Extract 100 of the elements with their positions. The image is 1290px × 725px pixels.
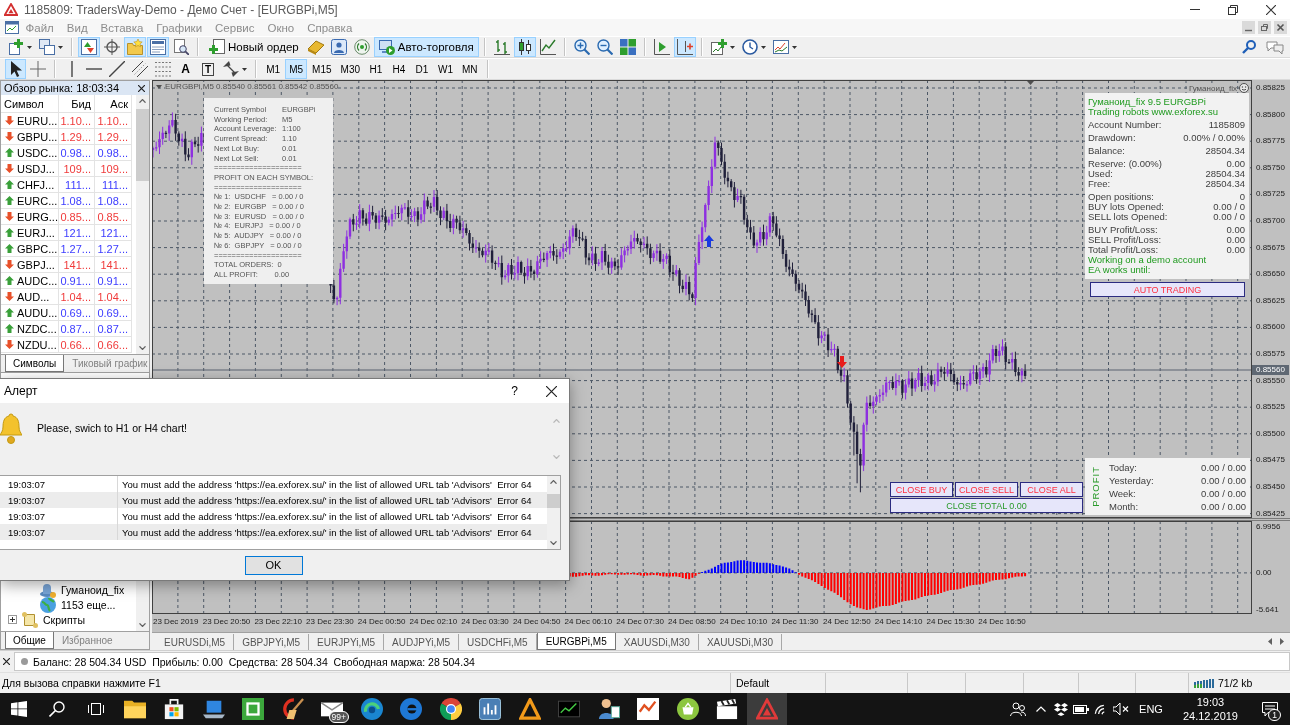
timeframe-button[interactable]: M5 (285, 59, 308, 79)
scrollbar[interactable] (547, 476, 560, 549)
start-icon[interactable] (10, 701, 27, 717)
chart-tab[interactable]: XAUUSDi,M30 (615, 634, 699, 650)
chart-tab[interactable]: AUDJPYi,M5 (384, 634, 460, 650)
panel-tab[interactable]: Общие (5, 632, 54, 649)
symbol-name[interactable]: AUDC... (17, 274, 58, 287)
close-icon[interactable] (1266, 4, 1276, 15)
timeframe-button[interactable]: M15 (308, 59, 336, 79)
caret-icon[interactable] (58, 45, 63, 49)
bar-chart-tile-icon[interactable] (479, 698, 502, 720)
scroll-down-icon[interactable] (550, 541, 557, 545)
clock-date[interactable]: 24.12.2019 (1182, 709, 1238, 723)
double-arrow-icon[interactable] (223, 61, 240, 77)
scroll-up-icon[interactable] (550, 480, 557, 484)
window-plus-icon[interactable] (8, 39, 24, 55)
triangle-marker-icon[interactable] (1027, 81, 1034, 85)
panel-tab[interactable]: Символы (5, 355, 65, 372)
log-row[interactable]: 19:03:07 You must add the address 'https://ea.exforex.su/' in the list of allowed URL tab 'Advisors' Error 64 (0, 492, 547, 508)
muted-speaker-icon[interactable] (1113, 703, 1130, 715)
person-icon[interactable] (597, 698, 620, 720)
symbol-name[interactable]: EURC... (17, 194, 58, 207)
scroll-down-icon[interactable] (139, 623, 146, 627)
close-icon[interactable] (138, 84, 145, 92)
smiley-icon[interactable] (1239, 83, 1249, 93)
task-view-icon[interactable] (87, 701, 104, 717)
windows-icon[interactable] (39, 39, 55, 55)
symbol-name[interactable]: NZDC... (17, 322, 57, 335)
chart-screen-icon[interactable] (558, 698, 581, 720)
symbol-name[interactable]: GBPC... (17, 242, 58, 255)
auto-trading-toggle[interactable]: Авто-торговля (373, 37, 479, 57)
caret-icon[interactable] (791, 45, 797, 49)
swirl-icon[interactable] (360, 698, 383, 720)
scroll-up-icon[interactable] (139, 99, 146, 103)
chart-tab[interactable]: EURJPYi,M5 (309, 634, 385, 650)
panel-tab[interactable]: Тиковый график (64, 355, 156, 372)
scrollbar-thumb[interactable] (547, 494, 560, 508)
symbol-name[interactable]: EURU... (17, 114, 58, 127)
symbol-name[interactable]: AUDU... (17, 306, 58, 319)
column-header[interactable]: Бид (59, 95, 95, 113)
chart-window-icon[interactable] (772, 39, 789, 55)
chevron-up-icon[interactable] (1036, 706, 1047, 712)
help-button[interactable]: ? (509, 384, 520, 398)
text-tool-button[interactable]: A (175, 59, 196, 79)
timeframe-button[interactable]: MN (458, 59, 482, 79)
triangle-outline-icon[interactable] (518, 698, 541, 720)
symbol-name[interactable]: CHFJ... (17, 178, 55, 191)
chart-tab[interactable]: GBPJPYi,M5 (234, 634, 310, 650)
column-header[interactable]: Символ (1, 95, 59, 113)
segmented-circle-icon[interactable] (439, 698, 462, 720)
close-icon[interactable] (546, 385, 557, 397)
symbol-name[interactable]: GBPJ... (17, 258, 55, 271)
caret-icon[interactable] (242, 67, 248, 71)
vertical-line-icon[interactable] (70, 61, 73, 77)
restore-icon[interactable] (1228, 4, 1238, 15)
symbol-name[interactable]: USDJ... (17, 162, 55, 175)
panel-tab[interactable]: Избранное (53, 632, 121, 649)
chart-tab[interactable]: USDCHFi,M5 (459, 634, 537, 650)
search-icon[interactable] (48, 701, 65, 717)
scroll-down-icon[interactable] (139, 346, 146, 350)
battery-icon[interactable] (1073, 704, 1090, 714)
chart-tab[interactable]: EURGBPi,M5 (536, 633, 616, 650)
symbol-name[interactable]: AUD... (17, 290, 50, 303)
timeframe-button[interactable]: M1 (262, 59, 285, 79)
timeframe-button[interactable]: H4 (388, 59, 410, 79)
folder-icon[interactable] (123, 698, 146, 720)
square-tile-icon[interactable] (242, 698, 265, 720)
minimize-icon[interactable] (1242, 21, 1255, 34)
caret-icon[interactable] (729, 45, 735, 49)
tree-item[interactable]: Гуманоид_fix (61, 583, 125, 596)
scrollbar-thumb[interactable] (136, 109, 149, 181)
tree-item[interactable]: 1153 еще... (61, 598, 116, 611)
symbol-name[interactable]: USDC... (17, 146, 58, 159)
symbol-name[interactable]: EURJ... (17, 226, 55, 239)
symbol-name[interactable]: EURG... (17, 210, 58, 223)
basket-icon[interactable] (676, 698, 699, 720)
timeframe-button[interactable]: H1 (365, 59, 387, 79)
people-icon[interactable] (1010, 701, 1027, 717)
shopping-bag-icon[interactable] (163, 698, 186, 720)
symbol-name[interactable]: NZDU... (17, 338, 57, 351)
scroll-right-icon[interactable] (1280, 638, 1284, 645)
chat-bubbles-icon[interactable] (1266, 40, 1284, 54)
symbol-name[interactable]: GBPU... (17, 130, 58, 143)
caret-icon[interactable] (27, 45, 32, 49)
timeframe-button[interactable]: D1 (411, 59, 433, 79)
profiles-button[interactable] (36, 37, 66, 57)
timeframe-button[interactable]: M30 (336, 59, 364, 79)
timeframe-button[interactable]: W1 (434, 59, 457, 79)
text-label-button[interactable]: T (197, 59, 220, 79)
caret-icon[interactable] (760, 45, 766, 49)
triangle-icon[interactable] (755, 698, 778, 720)
circle-logo-icon[interactable] (400, 698, 423, 720)
scrollbar[interactable] (136, 581, 149, 631)
new-order-button[interactable]: Новый ордер (204, 37, 304, 57)
clapperboard-icon[interactable] (716, 698, 739, 720)
chart-window-icon[interactable] (5, 21, 19, 34)
broom-icon[interactable] (281, 698, 304, 720)
laptop-icon[interactable] (202, 698, 225, 720)
clock-time[interactable]: 19:03 (1196, 695, 1225, 709)
diamonds-icon[interactable] (1054, 702, 1069, 716)
